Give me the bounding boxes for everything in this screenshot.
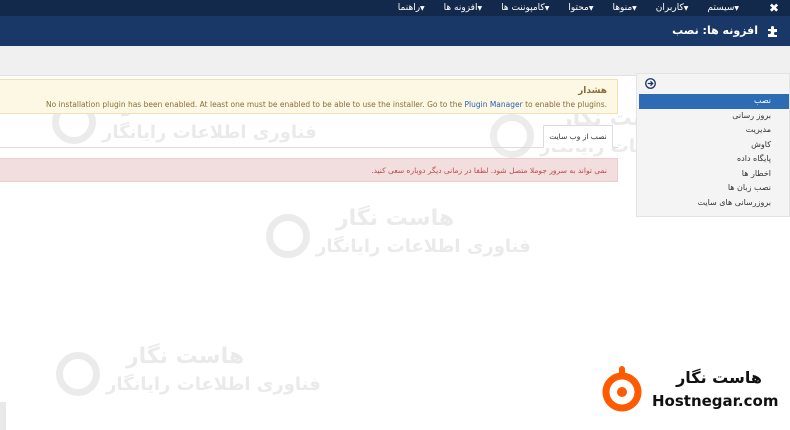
brand-name-fa: هاست نگار [676,368,762,387]
watermark: هاست نگار فناوری اطلاعات رایانگار [266,206,531,266]
sidebar: نصب بروز رسانی مدیریت کاوش پایگاه داده ا… [636,73,790,217]
menu-label: راهنما [397,3,421,13]
menu-system[interactable]: سیستم ▼ [707,3,742,13]
error-alert: نمی تواند به سرور جوملا متصل شود. لطفا د… [0,158,618,182]
watermark-title: هاست نگار [336,206,455,231]
menu-content[interactable]: محتوا ▼ [568,3,596,13]
tabs-divider [0,147,618,148]
watermark-logo-icon [266,214,310,258]
warning-message: No installation plugin has been enabled.… [46,100,607,109]
tab-install-from-web[interactable]: نصب از وب سایت [543,125,613,148]
sidebar-item-update-sites[interactable]: بروزرسانی های سایت [639,196,789,211]
brand-name-en: Hostnegar.com [652,392,779,410]
caret-down-icon: ▼ [632,4,637,12]
sidebar-nav: نصب بروز رسانی مدیریت کاوش پایگاه داده ا… [639,94,789,210]
menu-users[interactable]: کاربران ▼ [656,3,692,13]
sidebar-item-install[interactable]: نصب [639,94,789,109]
circle-arrow-icon[interactable] [645,78,656,89]
brand-logo: هاست نگار Hostnegar.com [598,362,786,422]
watermark-subtitle: فناوری اطلاعات رایانگار [102,122,317,143]
watermark-logo-icon [56,352,100,396]
menu-label: افزونه ها [443,3,478,13]
caret-down-icon: ▼ [588,4,594,12]
watermark-subtitle: فناوری اطلاعات رایانگار [106,374,321,395]
watermark-title: هاست نگار [126,344,245,369]
menu-label: محتوا [568,3,589,13]
sidebar-item-warnings[interactable]: اخطار ها [639,167,789,182]
sidebar-item-database[interactable]: پایگاه داده [639,152,789,167]
page-header: افزونه ها: نصب [0,16,790,46]
sidebar-item-install-languages[interactable]: نصب زبان ها [639,181,789,196]
warning-alert: هشدار No installation plugin has been en… [0,79,618,114]
watermark-subtitle: فناوری اطلاعات رایانگار [316,236,531,257]
menu-help[interactable]: راهنما ▼ [398,3,428,13]
scroll-edge [0,402,6,430]
watermark: هاست نگار فناوری اطلاعات رایانگار [56,344,321,404]
toolbar [0,46,790,76]
menu-components[interactable]: کامپوننت ها ▼ [501,3,552,13]
caret-down-icon: ▼ [420,4,425,12]
menu-label: منوها [612,3,633,13]
caret-down-icon: ▼ [734,4,739,12]
sidebar-item-update[interactable]: بروز رسانی [639,109,789,124]
plugin-manager-link[interactable]: Plugin Manager [464,100,522,109]
sidebar-item-manage[interactable]: مدیریت [639,123,789,138]
warning-text: No installation plugin has been enabled.… [46,100,465,109]
page-title: افزونه ها: نصب [672,24,758,37]
menu-extensions[interactable]: افزونه ها ▼ [444,3,485,13]
watermark-logo-icon [490,114,534,158]
error-message: نمی تواند به سرور جوملا متصل شود. لطفا د… [371,166,607,175]
joomla-icon[interactable]: ✖ [768,2,780,14]
menu-menus[interactable]: منوها ▼ [612,3,639,13]
sidebar-item-discover[interactable]: کاوش [639,138,789,153]
menu-label: کامپوننت ها [501,3,545,13]
hostnegar-logo-icon [602,366,642,412]
top-menu: سیستم ▼ کاربران ▼ منوها ▼ محتوا ▼ کامپوننت ه… [382,0,742,16]
caret-down-icon: ▼ [544,4,550,12]
caret-down-icon: ▼ [477,4,483,12]
top-menu-bar: سیستم ▼ کاربران ▼ منوها ▼ محتوا ▼ کامپوننت ه… [0,0,790,16]
warning-text-end: to enable the plugins. [522,100,607,109]
menu-label: کاربران [655,3,684,13]
puzzle-icon [768,26,777,37]
caret-down-icon: ▼ [683,4,689,12]
warning-title: هشدار [578,86,607,96]
menu-label: سیستم [707,3,735,13]
